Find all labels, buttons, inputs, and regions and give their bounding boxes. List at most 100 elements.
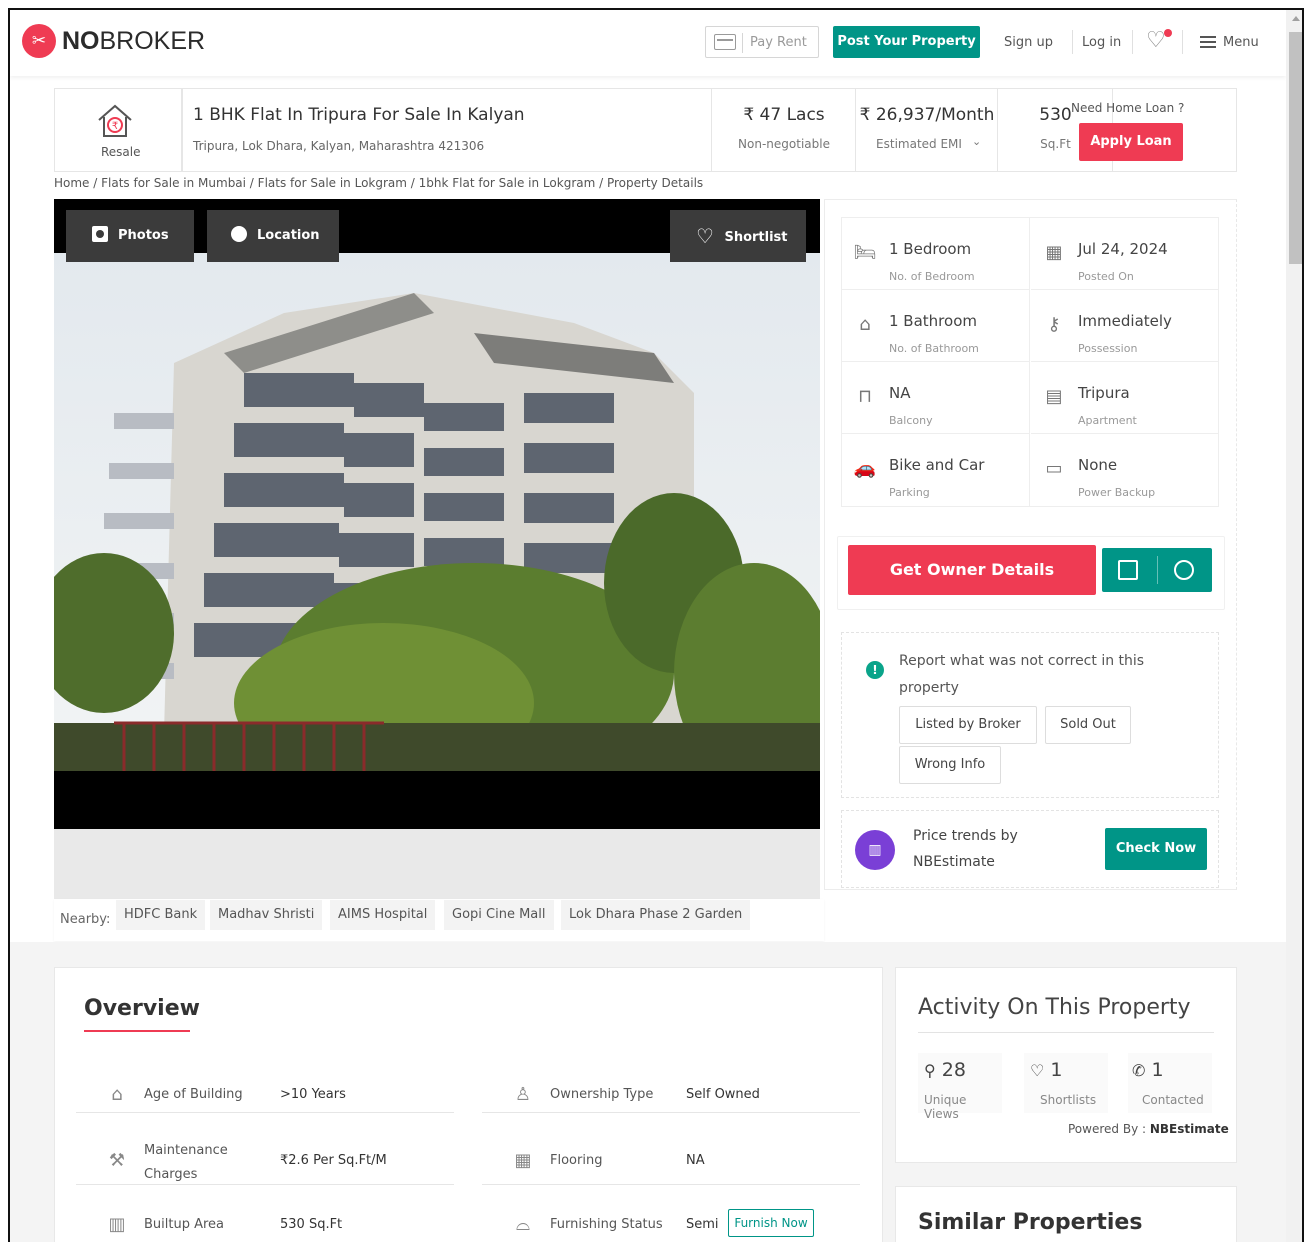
price-trends-line1: Price trends by [913, 828, 1018, 844]
stat-label: Shortlists [1040, 1093, 1097, 1107]
ownership-icon: ♙ [514, 1084, 532, 1105]
powered-by: Powered By : NBEstimate [1068, 1122, 1229, 1136]
report-listed-by-broker[interactable]: Listed by Broker [899, 706, 1037, 744]
overview-value: Self Owned [686, 1087, 760, 1102]
spec-label: Power Backup [1078, 486, 1156, 499]
bathtub-icon: ⌂ [859, 314, 871, 335]
stat-label: Contacted [1142, 1093, 1204, 1107]
spec-grid: 🛏 1 Bedroom No. of Bedroom ▦ Jul 24, 202… [841, 217, 1219, 507]
card-icon [714, 34, 736, 50]
row-divider [482, 1112, 860, 1113]
activity-title: Activity On This Property [918, 995, 1191, 1020]
property-summary-bar: ₹ Resale 1 BHK Flat In Tripura For Sale … [54, 88, 1237, 172]
property-photo[interactable] [54, 253, 820, 771]
spec-label: Posted On [1078, 270, 1134, 283]
similar-properties-title: Similar Properties [918, 1210, 1143, 1235]
emi-value: ₹ 26,937/Month [859, 105, 995, 125]
nearby-chip[interactable]: Gopi Cine Mall [444, 900, 554, 930]
gallery-footer [54, 829, 820, 899]
spec-label: No. of Bathroom [889, 342, 979, 355]
svg-text:₹: ₹ [112, 121, 118, 132]
scroll-up-arrow-icon[interactable] [1292, 16, 1300, 21]
heart-icon: ♡ [696, 224, 714, 248]
overview-title: Overview [84, 996, 200, 1021]
calendar-icon: ▦ [1045, 242, 1063, 263]
pay-rent-button[interactable]: Pay Rent [705, 26, 819, 58]
overview-label: Ownership Type [550, 1087, 654, 1102]
spec-possession: ⚷ Immediately Possession [1031, 290, 1219, 362]
shortlist-button[interactable]: ♡ Shortlist [670, 210, 806, 262]
spec-bathroom: ⌂ 1 Bathroom No. of Bathroom [842, 290, 1030, 362]
bed-icon: 🛏 [853, 242, 877, 263]
spec-balcony: ⊓ NA Balcony [842, 362, 1030, 434]
resale-label: Resale [101, 145, 141, 159]
powered-by-value: NBEstimate [1149, 1122, 1229, 1136]
row-divider [482, 1184, 860, 1185]
nav-divider [1072, 30, 1073, 54]
overview-label: Age of Building [144, 1087, 243, 1102]
spec-label: No. of Bedroom [889, 270, 975, 283]
chevron-down-icon[interactable]: ⌄ [972, 135, 981, 148]
building-icon: ▤ [1045, 386, 1063, 407]
spec-apartment: ▤ Tripura Apartment [1031, 362, 1219, 434]
emi-cell[interactable]: ₹ 26,937/Month Estimated EMI ⌄ [856, 89, 998, 171]
report-wrong-info[interactable]: Wrong Info [899, 746, 1001, 784]
breadcrumb[interactable]: Home / Flats for Sale in Mumbai / Flats … [54, 176, 703, 190]
photos-tab-label: Photos [118, 228, 169, 243]
need-home-loan-text: Need Home Loan ? [1071, 101, 1185, 115]
spec-bedroom: 🛏 1 Bedroom No. of Bedroom [842, 218, 1030, 290]
activity-divider [918, 1032, 1214, 1033]
photos-tab[interactable]: Photos [66, 210, 194, 262]
spec-value: None [1078, 456, 1118, 474]
price-trends-text: Price trends by NBEstimate [913, 823, 1018, 875]
row-divider [76, 1184, 454, 1185]
battery-icon: ▭ [1045, 458, 1063, 479]
sofa-icon: ⌓ [515, 1214, 531, 1235]
sign-up-link[interactable]: Sign up [1004, 35, 1053, 50]
chart-icon: ▥ [855, 830, 895, 870]
nearby-chip[interactable]: AIMS Hospital [330, 900, 436, 930]
nearby-chip[interactable]: HDFC Bank [116, 900, 206, 930]
spec-value: Jul 24, 2024 [1078, 240, 1168, 258]
nobroker-logo-icon[interactable]: ✂ [22, 24, 56, 58]
emi-note: Estimated EMI [876, 137, 962, 151]
stat-unique-views: ⚲ 28 Unique Views [918, 1053, 1002, 1121]
check-now-button[interactable]: Check Now [1105, 828, 1207, 870]
shortlist-heart-icon[interactable]: ♡ [1146, 30, 1166, 52]
resale-badge: ₹ Resale [55, 89, 182, 171]
overview-value: Semi [686, 1217, 719, 1232]
overview-value: NA [686, 1153, 705, 1168]
nobroker-logo[interactable]: NOBROKER [62, 27, 205, 56]
nearby-chip[interactable]: Lok Dhara Phase 2 Garden [561, 900, 751, 930]
phone-icon: ✆ [1132, 1061, 1146, 1080]
menu-label[interactable]: Menu [1223, 35, 1259, 50]
furnish-now-button[interactable]: Furnish Now [728, 1209, 814, 1237]
nearby-chip[interactable]: Madhav Shristi [210, 900, 323, 930]
spec-label: Apartment [1078, 414, 1137, 427]
scrollbar-thumb[interactable] [1289, 32, 1302, 264]
chat-icon[interactable] [1174, 560, 1194, 580]
notification-dot [1164, 29, 1172, 37]
overview-label: Maintenance Charges [144, 1143, 228, 1182]
car-icon: 🚗 [853, 458, 877, 479]
price-trends-line2: NBEstimate [913, 854, 995, 870]
report-sold-out[interactable]: Sold Out [1045, 706, 1131, 744]
location-tab[interactable]: Location [207, 210, 339, 262]
get-owner-details-button[interactable]: Get Owner Details [848, 545, 1096, 595]
shortlist-label: Shortlist [724, 230, 788, 245]
tools-icon: ⚒ [108, 1150, 126, 1171]
hamburger-menu-icon[interactable] [1200, 36, 1216, 48]
log-in-link[interactable]: Log in [1082, 35, 1121, 50]
apply-loan-button[interactable]: Apply Loan [1079, 123, 1183, 161]
building-image [54, 253, 820, 771]
browser-viewport: ✂ NOBROKER Pay Rent Post Your Property S… [8, 8, 1304, 1242]
price-value: ₹ 47 Lacs [743, 105, 825, 125]
schedule-calendar-icon[interactable] [1118, 560, 1138, 580]
post-property-button[interactable]: Post Your Property [833, 26, 980, 58]
overview-label: Furnishing Status [550, 1217, 663, 1232]
spec-value: Bike and Car [889, 456, 985, 474]
overview-value: 530 Sq.Ft [280, 1217, 343, 1232]
spec-parking: 🚗 Bike and Car Parking [842, 434, 1030, 506]
overview-label: Flooring [550, 1153, 603, 1168]
stat-value: 28 [941, 1059, 966, 1081]
